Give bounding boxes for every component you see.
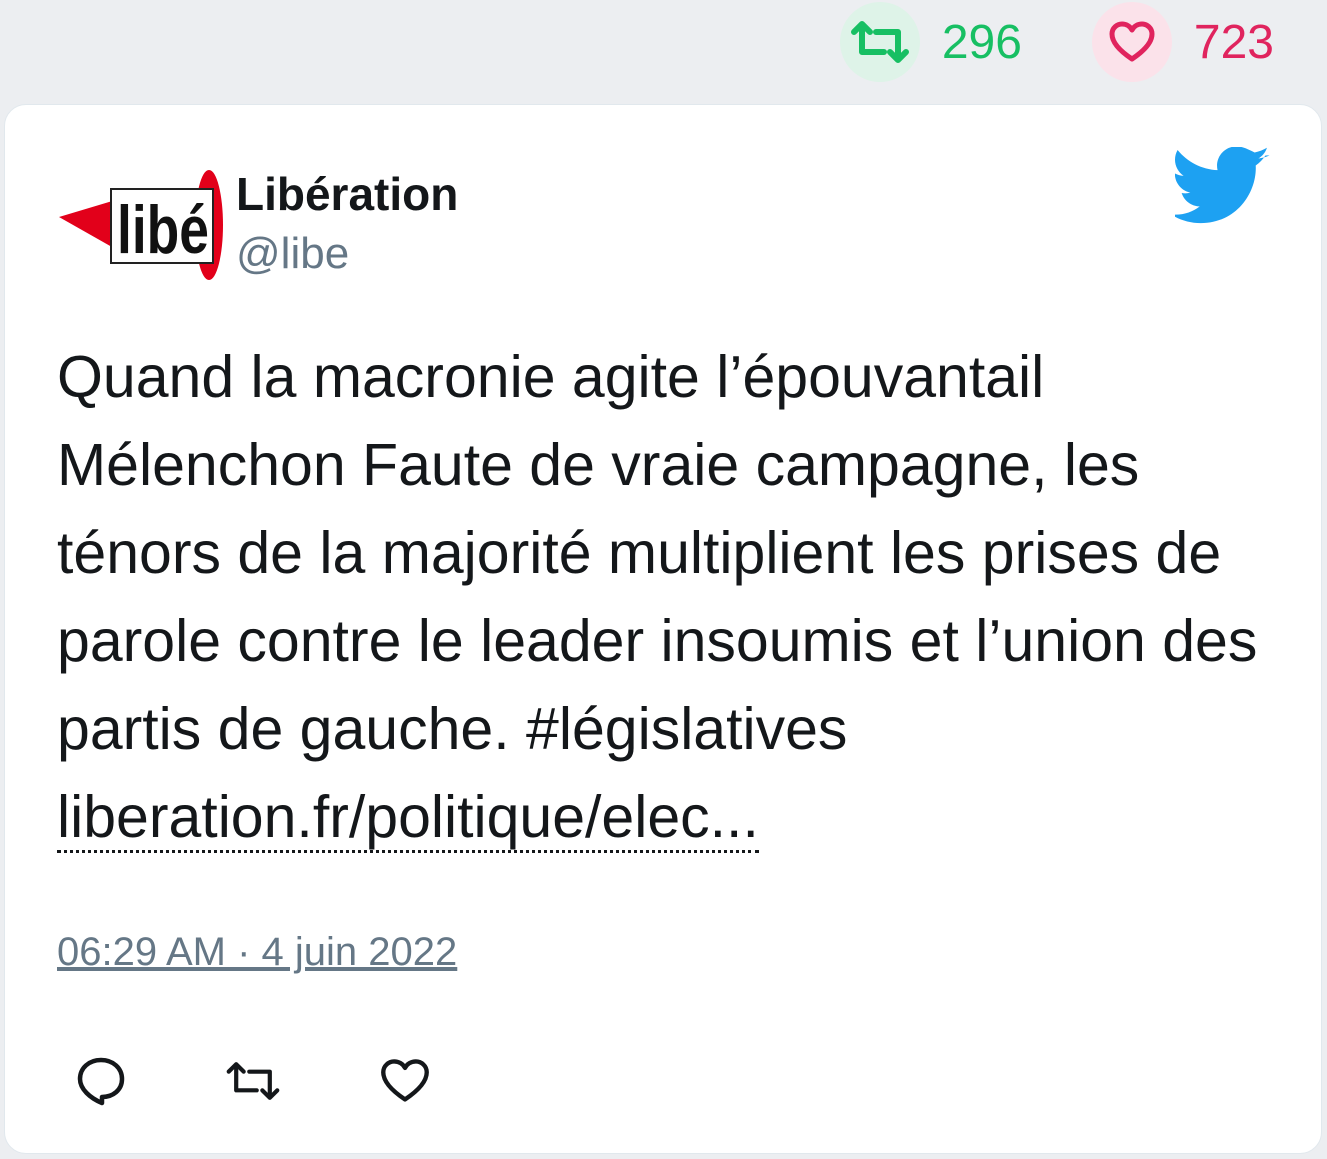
- heart-icon: [381, 1059, 429, 1102]
- tweet-timestamp[interactable]: 06:29 AM · 4 juin 2022: [57, 930, 457, 975]
- article-link[interactable]: liberation.fr/politique/elec...: [57, 784, 759, 853]
- tweet-card: libé Libération @libe Quand la macronie …: [4, 104, 1322, 1154]
- tweet-body: Quand la macronie agite l’épouvantail Mé…: [57, 344, 1258, 762]
- author-handle[interactable]: @libe: [236, 229, 349, 279]
- author-name[interactable]: Libération: [236, 167, 458, 221]
- tweet-stats: 296 723: [839, 0, 1327, 84]
- tweet-text: Quand la macronie agite l’épouvantail Mé…: [57, 333, 1297, 861]
- like-button[interactable]: [377, 1053, 433, 1109]
- retweet-stat[interactable]: 296: [839, 2, 1022, 82]
- tweet-actions: [73, 1053, 433, 1109]
- retweet-count: 296: [941, 15, 1022, 69]
- reply-button[interactable]: [73, 1053, 129, 1109]
- like-stat-icon-wrap[interactable]: [1091, 2, 1172, 82]
- heart-icon: [1109, 21, 1155, 62]
- twitter-bird-icon[interactable]: [1175, 147, 1271, 227]
- logo-wordmark: libé: [117, 192, 209, 268]
- reply-icon: [77, 1057, 125, 1106]
- retweet-icon: [850, 21, 909, 63]
- liberation-logo-avatar[interactable]: libé: [59, 167, 225, 283]
- retweet-icon: [226, 1062, 280, 1100]
- retweet-stat-icon-wrap[interactable]: [839, 2, 920, 82]
- retweet-button[interactable]: [225, 1053, 281, 1109]
- like-stat[interactable]: 723: [1091, 2, 1274, 82]
- like-count: 723: [1193, 15, 1274, 69]
